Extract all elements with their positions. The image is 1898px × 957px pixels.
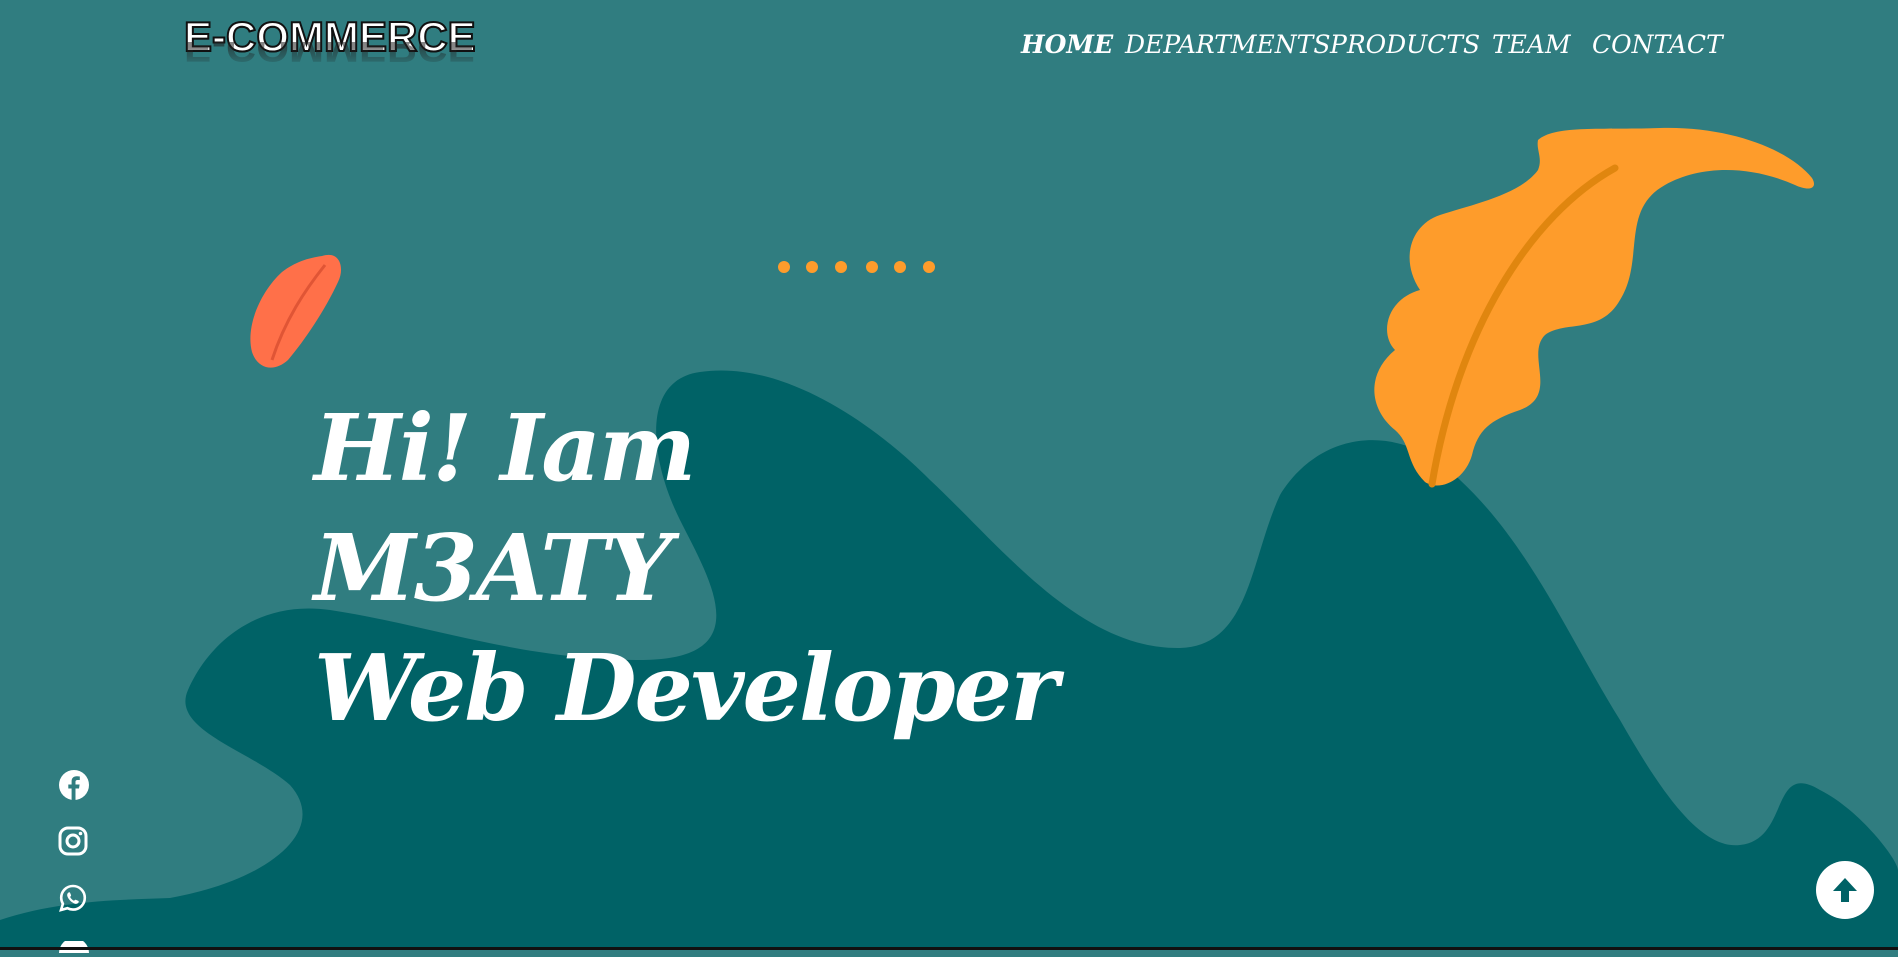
hero-title: Hi! Iam M3ATY Web Developer <box>314 388 1059 748</box>
nav-home[interactable]: HOME <box>1021 30 1113 59</box>
arrow-up-icon <box>1833 878 1857 902</box>
whatsapp-icon[interactable] <box>58 883 88 917</box>
nav-contact[interactable]: CONTACT <box>1592 30 1723 59</box>
orange-leaf <box>1374 127 1815 488</box>
scroll-to-top-button[interactable] <box>1816 861 1874 919</box>
facebook-icon[interactable] <box>58 769 90 805</box>
red-leaf <box>250 254 342 368</box>
nav-team[interactable]: TEAM <box>1492 30 1571 59</box>
dot-decoration <box>778 261 935 273</box>
instagram-icon[interactable] <box>58 826 88 860</box>
hero-line-role: Web Developer <box>314 634 1059 742</box>
hero-line-name: M3ATY <box>314 514 672 622</box>
hero-line-greeting: Hi! Iam <box>314 394 696 502</box>
nav-departments[interactable]: DEPARTMENTS <box>1125 30 1330 59</box>
nav-products[interactable]: PRODUCTS <box>1330 30 1480 59</box>
main-nav: HOME DEPARTMENTS PRODUCTS TEAM CONTACT <box>0 30 1898 70</box>
